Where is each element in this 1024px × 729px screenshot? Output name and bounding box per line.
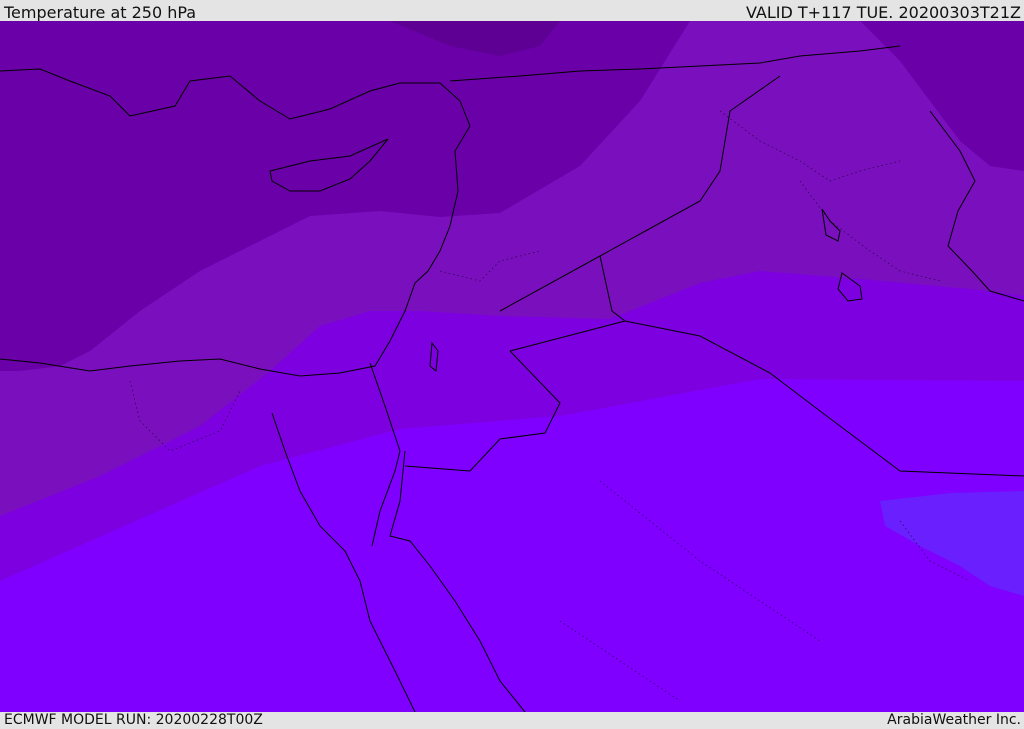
model-run-label: ECMWF MODEL RUN: 20200228T00Z xyxy=(4,712,263,728)
valid-time: VALID T+117 TUE. 20200303T21Z xyxy=(745,3,1021,22)
footer-bar: ECMWF MODEL RUN: 20200228T00Z ArabiaWeat… xyxy=(0,712,1024,729)
credit-label: ArabiaWeather Inc. xyxy=(887,712,1021,728)
map-canvas xyxy=(0,21,1024,712)
temperature-map[interactable] xyxy=(0,21,1024,712)
map-title: Temperature at 250 hPa xyxy=(4,3,197,22)
header-bar: Temperature at 250 hPa VALID T+117 TUE. … xyxy=(0,3,1024,22)
